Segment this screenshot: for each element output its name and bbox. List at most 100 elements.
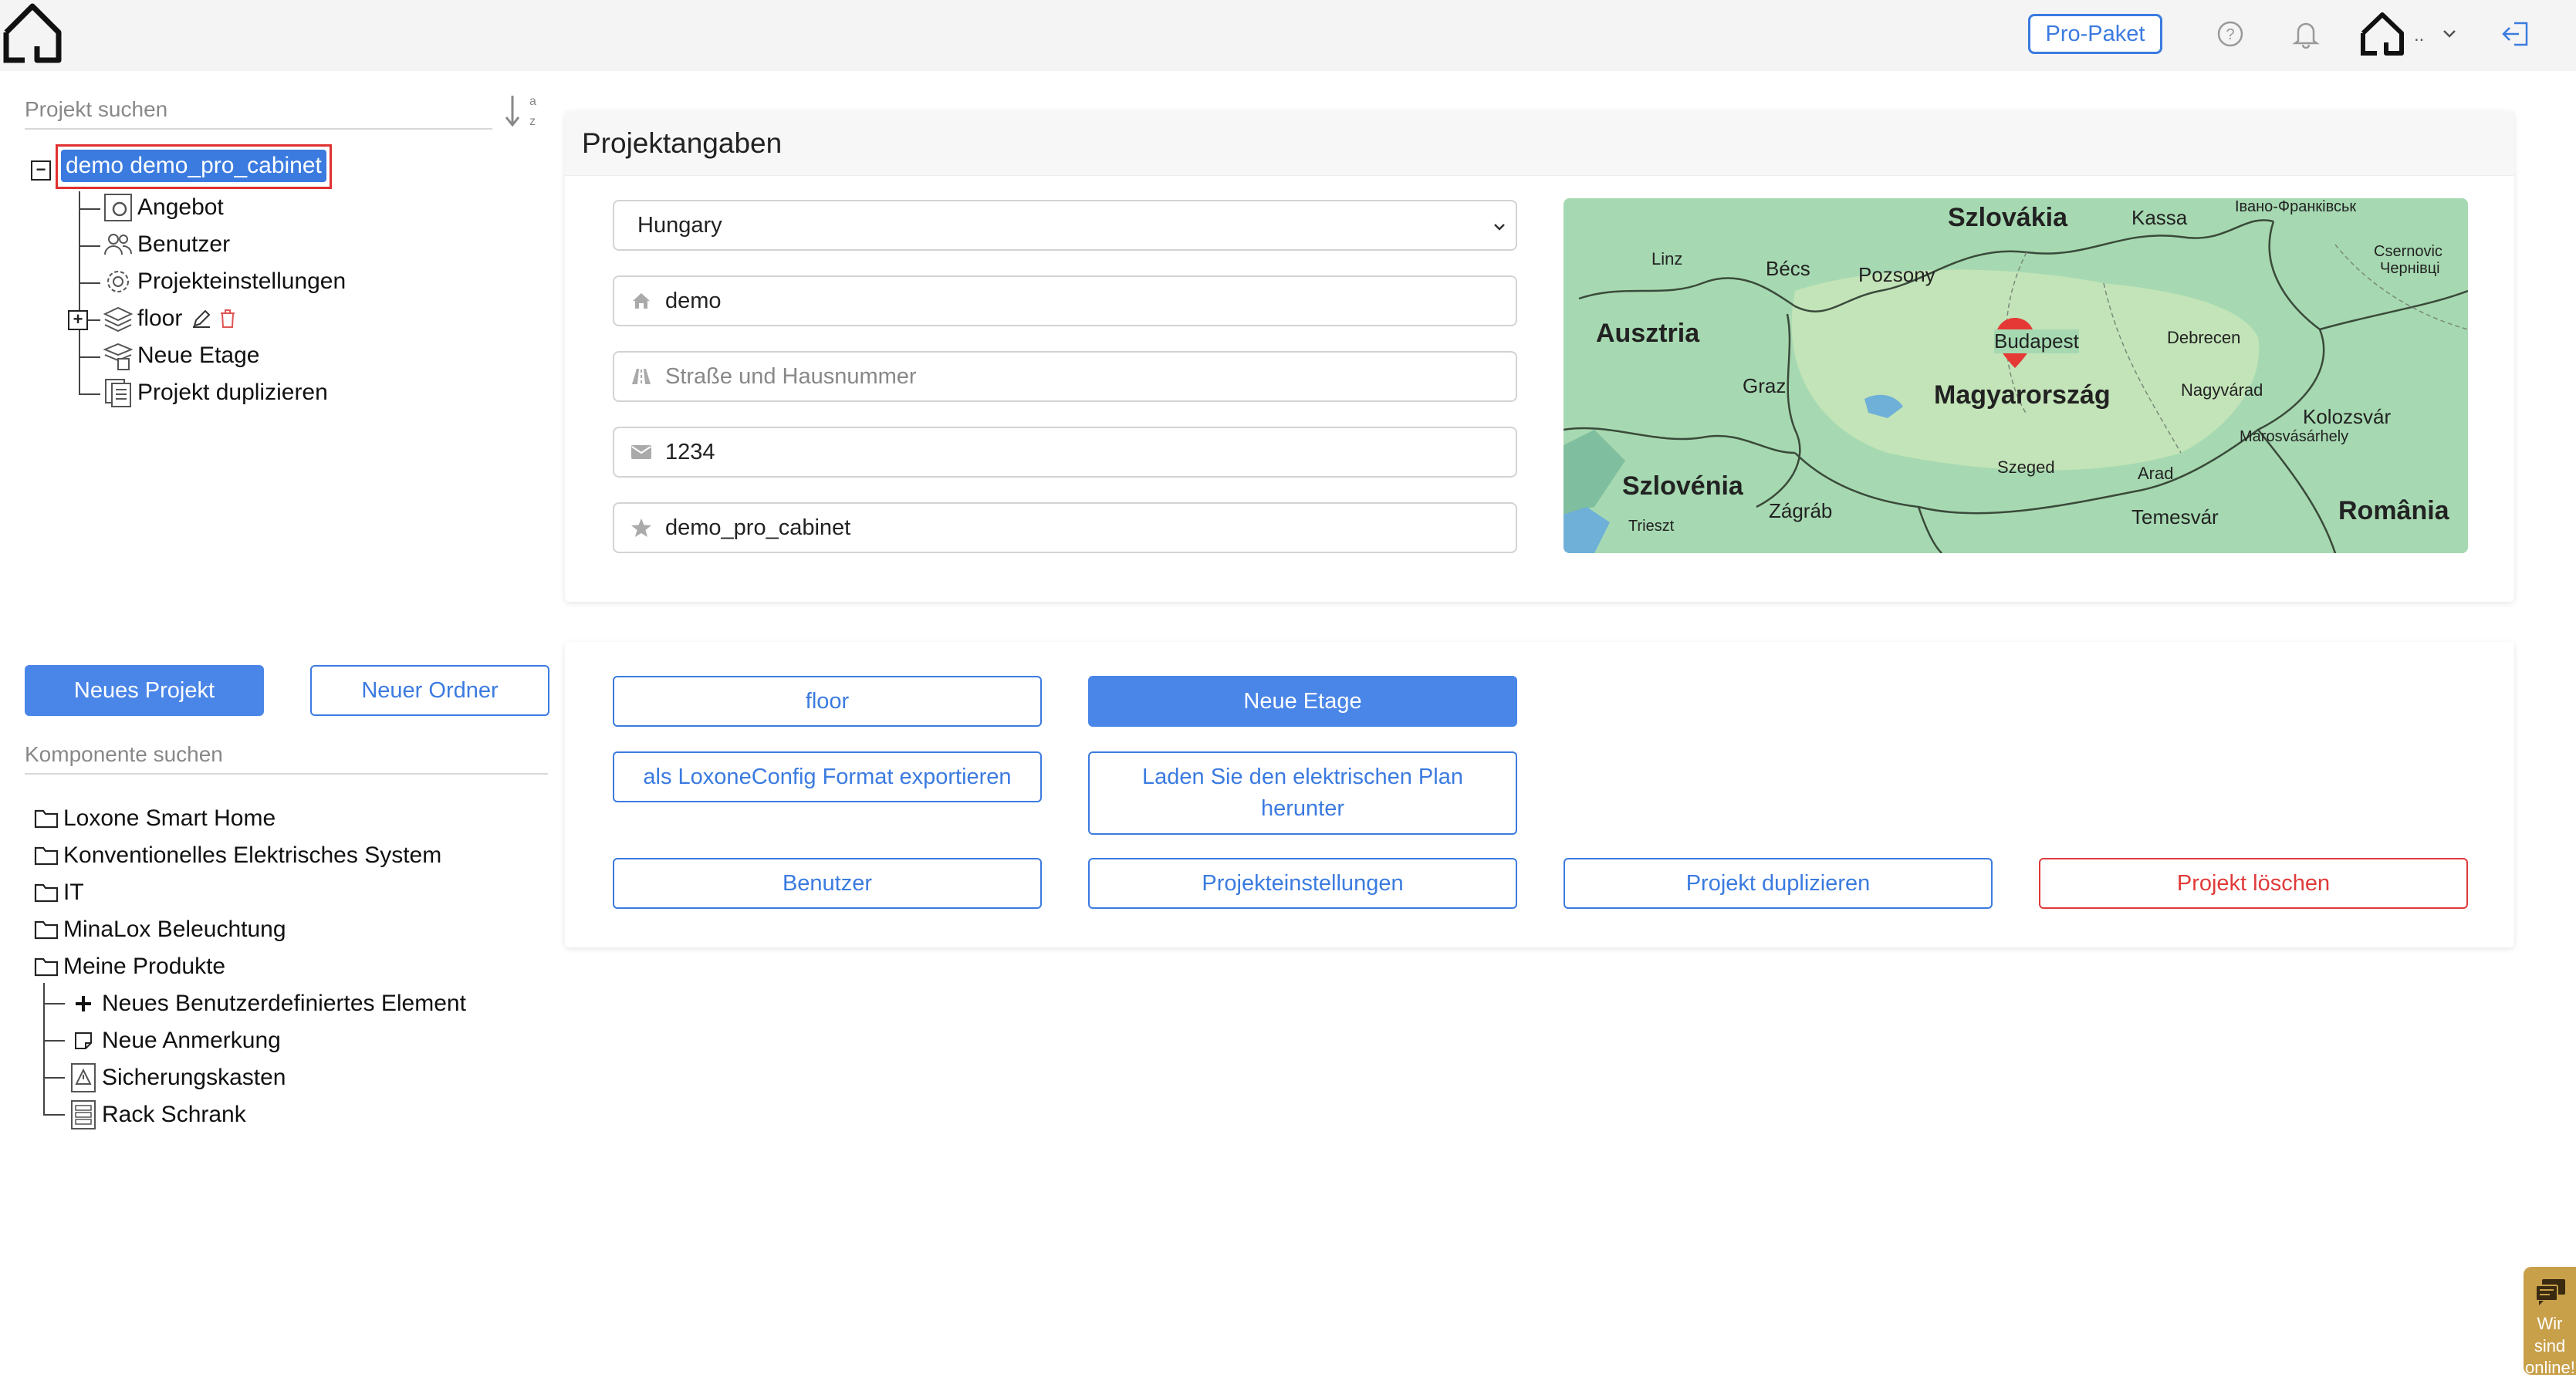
note-icon <box>68 1025 99 1057</box>
tree-item-label: Projekteinstellungen <box>137 268 347 294</box>
folder-my-products[interactable]: Meine Produkte <box>32 950 225 983</box>
tree-item-duplicate-project[interactable]: Projekt duplizieren <box>102 376 328 409</box>
map-label-kolozsvar: Kolozsvár <box>2303 405 2392 428</box>
download-electrical-plan-button[interactable]: Laden Sie den elektrischen Plan herunter <box>1088 751 1517 835</box>
folder-open-icon <box>32 950 60 983</box>
chat-widget[interactable]: Wir sind online! <box>2524 1267 2576 1377</box>
collapse-toggle[interactable]: − <box>31 160 51 181</box>
chevron-down-icon[interactable] <box>2432 17 2466 51</box>
new-folder-button[interactable]: Neuer Ordner <box>310 665 549 716</box>
map-label-trieszt: Trieszt <box>1628 518 1675 535</box>
map-label-chernivtsi: Чернівці <box>2380 260 2440 277</box>
zip-value: 1234 <box>665 439 715 464</box>
help-icon[interactable]: ? <box>2213 17 2247 51</box>
product-label: Sicherungskasten <box>102 1065 286 1090</box>
zip-field[interactable]: 1234 <box>613 427 1517 478</box>
map-label-zagrab: Zágráb <box>1769 499 1833 522</box>
export-loxoneconfig-button[interactable]: als LoxoneConfig Format exportieren <box>613 751 1042 802</box>
project-tree-root[interactable]: demo demo_pro_cabinet <box>56 144 332 189</box>
name-field[interactable]: demo <box>613 275 1517 326</box>
tree-item-label: Angebot <box>137 194 224 220</box>
country-select[interactable]: Hungary <box>613 200 1517 251</box>
envelope-icon <box>628 444 654 460</box>
rack-icon <box>68 1099 99 1131</box>
map-label-debrecen: Debrecen <box>2167 328 2241 347</box>
trash-icon[interactable] <box>216 302 239 335</box>
chat-bubble-icon <box>2534 1278 2567 1313</box>
folder-icon <box>32 876 60 909</box>
tree-item-new-floor[interactable]: Neue Etage <box>102 339 259 372</box>
product-new-note[interactable]: Neue Anmerkung <box>68 1025 281 1057</box>
map-label-slovakia: Szlovákia <box>1948 203 2067 232</box>
project-name-value: demo_pro_cabinet <box>665 515 851 540</box>
duplicate-icon <box>102 376 134 409</box>
new-floor-button[interactable]: Neue Etage <box>1088 676 1517 727</box>
project-settings-button[interactable]: Projekteinstellungen <box>1088 858 1517 909</box>
pro-package-button[interactable]: Pro-Paket <box>2028 14 2162 54</box>
new-project-button[interactable]: Neues Projekt <box>25 665 264 716</box>
tree-item-users[interactable]: Benutzer <box>102 228 230 261</box>
svg-text:z: z <box>529 115 536 128</box>
folder-icon <box>32 839 60 872</box>
product-rack-cabinet[interactable]: Rack Schrank <box>68 1099 246 1131</box>
component-search-input[interactable]: Komponente suchen <box>25 736 548 775</box>
folder-label: Meine Produkte <box>63 954 226 979</box>
street-placeholder: Straße und Hausnummer <box>665 363 917 389</box>
map-label-austria: Ausztria <box>1596 319 1700 348</box>
users-button[interactable]: Benutzer <box>613 858 1042 909</box>
folder-minalox-lighting[interactable]: MinaLox Beleuchtung <box>32 913 286 946</box>
product-label: Rack Schrank <box>102 1102 246 1127</box>
map-label-budapest: Budapest <box>1994 329 2079 353</box>
star-icon <box>628 518 654 538</box>
gear-icon <box>102 265 134 298</box>
project-search-input[interactable]: Projekt suchen <box>25 91 492 130</box>
expand-toggle[interactable]: + <box>68 310 88 330</box>
map-label-szeged: Szeged <box>1997 458 2055 477</box>
plus-icon <box>68 988 99 1020</box>
map-label-kassa: Kassa <box>2131 206 2188 229</box>
product-fusebox[interactable]: Sicherungskasten <box>68 1062 286 1094</box>
tree-item-label: Projekt duplizieren <box>137 380 328 405</box>
home-logo-icon[interactable] <box>2 2 63 65</box>
delete-project-button[interactable]: Projekt löschen <box>2039 858 2468 909</box>
map-label-becs: Bécs <box>1766 257 1810 280</box>
svg-text:?: ? <box>2226 26 2234 43</box>
floor-button[interactable]: floor <box>613 676 1042 727</box>
product-label: Neue Anmerkung <box>102 1028 281 1053</box>
name-value: demo <box>665 288 722 313</box>
user-home-icon[interactable] <box>2357 9 2408 59</box>
folder-it[interactable]: IT <box>32 876 84 909</box>
top-bar: Pro-Paket ? .. <box>0 0 2576 71</box>
map-label-arad: Arad <box>2138 464 2174 483</box>
folder-loxone-smart-home[interactable]: Loxone Smart Home <box>32 802 276 835</box>
sort-az-icon[interactable]: az <box>503 91 539 134</box>
map-label-slovenia: Szlovénia <box>1622 471 1743 501</box>
map-label-graz: Graz <box>1743 374 1787 397</box>
bell-icon[interactable] <box>2289 17 2323 51</box>
product-label: Neues Benutzerdefiniertes Element <box>102 991 466 1016</box>
product-new-custom-element[interactable]: Neues Benutzerdefiniertes Element <box>68 988 466 1020</box>
offer-gear-icon <box>102 191 134 224</box>
tree-item-floor[interactable]: floor <box>102 302 242 335</box>
logout-icon[interactable] <box>2499 17 2533 51</box>
fusebox-icon <box>68 1062 99 1094</box>
duplicate-project-button[interactable]: Projekt duplizieren <box>1564 858 1993 909</box>
folder-label: Konventionelles Elektrisches System <box>63 842 442 868</box>
map-label-marosvasarhely: Marosvásárhely <box>2240 428 2349 445</box>
user-name: .. <box>2414 25 2425 46</box>
road-icon <box>628 367 654 386</box>
tree-item-label: Benutzer <box>137 231 231 257</box>
project-name-field[interactable]: demo_pro_cabinet <box>613 502 1517 553</box>
tree-item-label: floor <box>137 306 183 331</box>
tree-item-label: Neue Etage <box>137 343 260 368</box>
map-label-nagyvarad: Nagyvárad <box>2181 380 2263 400</box>
home-icon <box>628 292 654 310</box>
edit-icon[interactable] <box>190 302 213 335</box>
location-map[interactable]: Szlovákia Kassa Івано-Франківськ Linz Bé… <box>1564 198 2468 553</box>
folder-icon <box>32 802 60 835</box>
folder-label: MinaLox Beleuchtung <box>63 917 286 942</box>
street-field[interactable]: Straße und Hausnummer <box>613 351 1517 402</box>
tree-item-offer[interactable]: Angebot <box>102 191 224 224</box>
tree-item-project-settings[interactable]: Projekteinstellungen <box>102 265 346 298</box>
folder-conventional-electrical[interactable]: Konventionelles Elektrisches System <box>32 839 441 872</box>
